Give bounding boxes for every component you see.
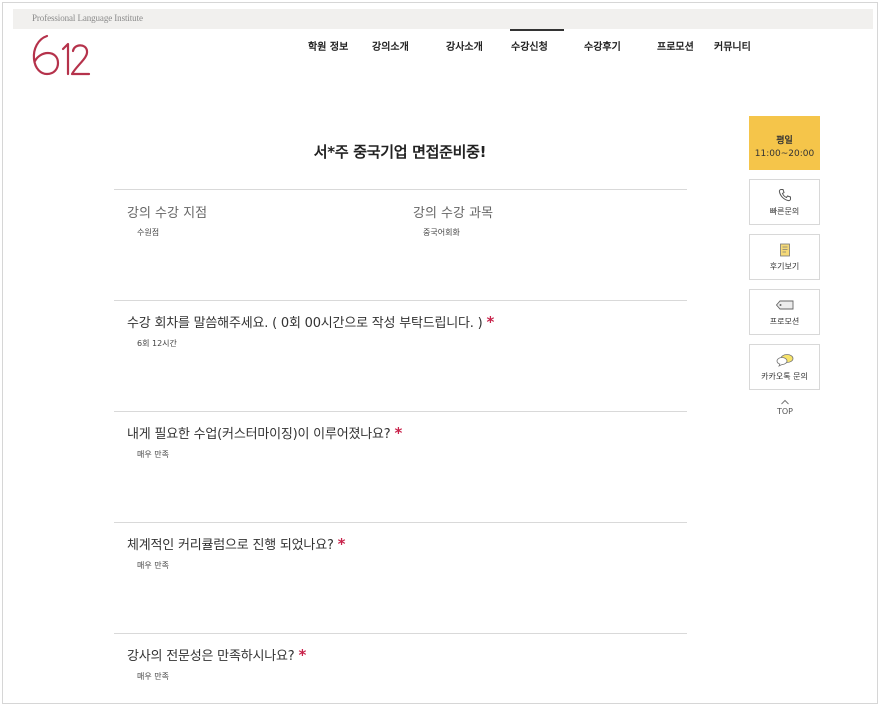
- required-mark: *: [298, 646, 307, 664]
- nav-item-academy-info[interactable]: 학원 정보: [308, 38, 348, 53]
- tag-icon: [775, 300, 793, 310]
- question-answer: 6회 12시간: [137, 339, 177, 348]
- hours-time: 11:00~20:00: [754, 149, 815, 159]
- top-utility-bar: Professional Language Institute: [13, 9, 873, 29]
- page-title: 서*주 중국기업 면접준비중!: [313, 143, 487, 161]
- question-answer: 매우 만족: [137, 561, 169, 570]
- nav-item-instructors[interactable]: 강사소개: [446, 38, 483, 53]
- nav-item-enrollment[interactable]: 수강신청: [510, 29, 564, 53]
- branch-course-section: 강의 수강 지점 수원점 강의 수강 과목 중국어회화: [114, 189, 687, 300]
- nav-item-community[interactable]: 커뮤니티: [714, 38, 751, 53]
- chevron-up-icon: [781, 399, 789, 405]
- tagline: Professional Language Institute: [32, 13, 143, 23]
- question-session-count: 수강 회차를 말씀해주세요. ( 0회 00시간으로 작성 부탁드립니다. ) *…: [114, 300, 687, 411]
- course-value: 중국어회화: [423, 228, 460, 237]
- business-hours-badge: 평일 11:00~20:00: [749, 116, 820, 170]
- branch-label: 강의 수강 지점: [127, 206, 208, 221]
- quick-inquiry-button[interactable]: 빠른문의: [749, 179, 820, 225]
- question-instructor-expertise: 강사의 전문성은 만족하시나요? * 매우 만족: [114, 633, 687, 703]
- nav-item-courses[interactable]: 강의소개: [372, 38, 409, 53]
- view-reviews-button[interactable]: 후기보기: [749, 234, 820, 280]
- hours-title: 평일: [776, 136, 793, 146]
- course-label: 강의 수강 과목: [413, 206, 494, 221]
- branch-value: 수원점: [137, 228, 160, 237]
- chat-bubble-icon: [776, 354, 793, 367]
- required-mark: *: [337, 535, 346, 553]
- question-label: 강사의 전문성은 만족하시나요? *: [127, 646, 307, 664]
- question-label: 체계적인 커리큘럼으로 진행 되었나요? *: [127, 535, 346, 553]
- question-answer: 매우 만족: [137, 450, 169, 459]
- nav-item-promotion[interactable]: 프로모션: [657, 38, 694, 53]
- question-answer: 매우 만족: [137, 672, 169, 681]
- question-customized-class: 내게 필요한 수업(커스터마이징)이 이루어졌나요? * 매우 만족: [114, 411, 687, 522]
- scroll-top-button[interactable]: TOP: [770, 399, 800, 416]
- question-curriculum: 체계적인 커리큘럼으로 진행 되었나요? * 매우 만족: [114, 522, 687, 633]
- question-label: 내게 필요한 수업(커스터마이징)이 이루어졌나요? *: [127, 424, 403, 442]
- phone-icon: [778, 189, 791, 202]
- question-label: 수강 회차를 말씀해주세요. ( 0회 00시간으로 작성 부탁드립니다. ) *: [127, 313, 495, 331]
- kakaotalk-inquiry-button[interactable]: 카카오톡 문의: [749, 344, 820, 390]
- nav-item-reviews[interactable]: 수강후기: [584, 38, 621, 53]
- main-nav: 학원 정보 강의소개 강사소개 수강신청 수강후기 프로모션 커뮤니티: [0, 29, 880, 58]
- review-icon: [779, 243, 790, 257]
- promotion-button[interactable]: 프로모션: [749, 289, 820, 335]
- required-mark: *: [486, 313, 495, 331]
- required-mark: *: [394, 424, 403, 442]
